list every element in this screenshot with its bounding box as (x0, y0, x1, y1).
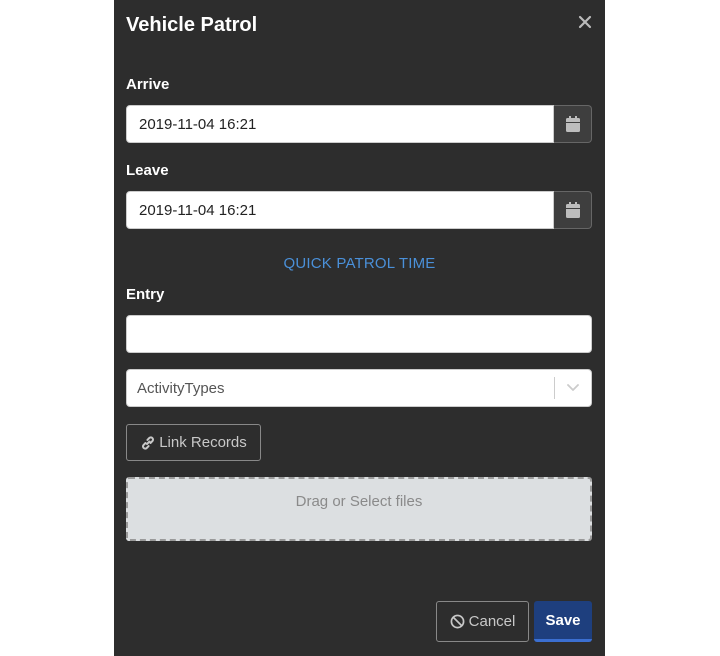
calendar-icon (565, 116, 580, 132)
cancel-button[interactable]: Cancel (436, 601, 529, 642)
arrive-date-group (126, 105, 592, 143)
close-icon (578, 15, 592, 29)
chevron-down-icon (567, 384, 579, 391)
leave-input[interactable] (126, 191, 554, 229)
leave-calendar-button[interactable] (554, 191, 592, 229)
cancel-label: Cancel (468, 613, 516, 630)
link-records-label: Link Records (159, 434, 247, 451)
modal-title: Vehicle Patrol (126, 14, 258, 36)
calendar-icon (565, 202, 580, 218)
arrive-calendar-button[interactable] (554, 105, 592, 143)
dropzone-label: Drag or Select files (295, 493, 423, 510)
close-button[interactable] (577, 14, 593, 30)
quick-patrol-time-link[interactable]: QUICK PATROL TIME (114, 255, 605, 272)
link-records-button[interactable]: Link Records (126, 424, 261, 461)
link-icon (142, 435, 155, 450)
activity-types-select[interactable]: ActivityTypes (126, 369, 592, 407)
vehicle-patrol-modal: Vehicle Patrol Arrive Leave (114, 0, 605, 656)
leave-date-group (126, 191, 592, 229)
entry-label: Entry (126, 286, 165, 303)
file-dropzone[interactable]: Drag or Select files (126, 477, 592, 541)
save-button[interactable]: Save (534, 601, 592, 642)
ban-icon (450, 614, 465, 629)
arrive-label: Arrive (126, 76, 170, 93)
leave-label: Leave (126, 162, 169, 179)
select-dropdown-toggle[interactable] (555, 370, 591, 406)
entry-input[interactable] (126, 315, 592, 353)
activity-types-placeholder: ActivityTypes (137, 379, 225, 397)
arrive-input[interactable] (126, 105, 554, 143)
